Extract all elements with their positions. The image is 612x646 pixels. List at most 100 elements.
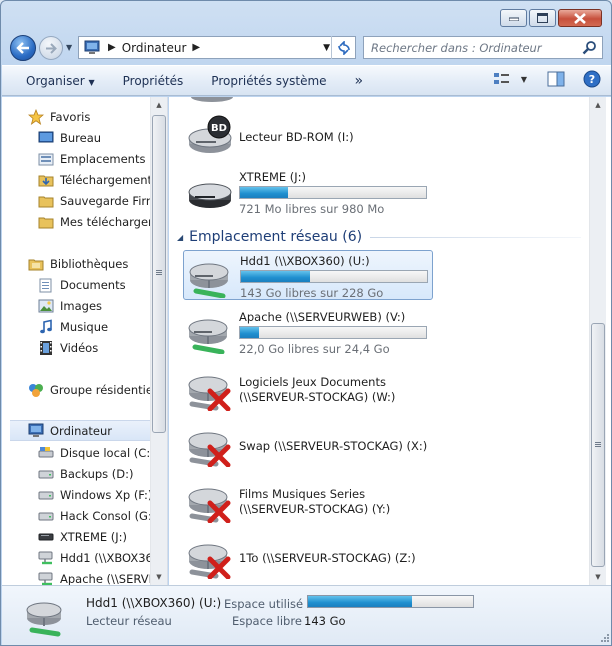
nav-item-recent-places[interactable]: Emplacements ré — [2, 148, 150, 169]
capacity-fill — [240, 327, 259, 338]
address-dropdown-icon[interactable]: ▼ — [323, 43, 330, 53]
nav-item-my-downloads[interactable]: Mes téléchargem — [2, 211, 150, 232]
nav-item-label: Disque local (C:) — [60, 445, 150, 460]
group-header-network[interactable]: ◢ Emplacement réseau (6) — [177, 228, 581, 246]
nav-item-drive-g[interactable]: Hack Consol (G:) — [2, 505, 150, 526]
nav-item-desktop[interactable]: Bureau — [2, 127, 150, 148]
network-drive-item[interactable]: Logiciels Jeux Documents (\\SERVEUR-STOCK… — [183, 364, 433, 414]
more-commands-button[interactable]: » — [341, 73, 378, 89]
forward-button[interactable] — [39, 36, 63, 60]
help-icon[interactable]: ? — [583, 70, 601, 88]
search-icon[interactable] — [582, 40, 597, 55]
network-drive-item[interactable]: Hdd1 (\\XBOX360) (U:) 143 Go libres sur 2… — [183, 250, 433, 300]
downloads-folder-icon — [38, 172, 54, 188]
nav-item-downloads[interactable]: Téléchargements — [2, 169, 150, 190]
drive-xtreme[interactable]: XTREME (J:) 721 Mo libres sur 980 Mo — [183, 167, 433, 217]
drive-name-line2: (\\SERVEUR-STOCKAG) (W:) — [239, 390, 396, 404]
nav-item-documents[interactable]: Documents — [2, 274, 150, 295]
close-button[interactable] — [558, 9, 602, 27]
content-pane: BD Lecteur BD-ROM (I:) XTREME (J:) 721 M… — [169, 97, 611, 585]
nav-item-drive-c[interactable]: Disque local (C:) — [2, 442, 150, 463]
content-scrollbar[interactable]: ▲ ▼ — [589, 97, 606, 585]
network-drive-icon — [38, 550, 54, 566]
scroll-down-icon[interactable]: ▼ — [151, 569, 167, 585]
network-drive-item[interactable]: 1To (\\SERVEUR-STOCKAG) (Z:) — [183, 532, 433, 582]
music-note-icon — [38, 319, 54, 335]
scroll-thumb[interactable] — [152, 115, 166, 433]
hard-drive-icon[interactable] — [189, 97, 235, 105]
free-space-label: Espace libre : — [232, 614, 310, 628]
nav-item-drive-f[interactable]: Windows Xp (F:) — [2, 484, 150, 505]
nav-item-label: Vidéos — [60, 340, 99, 355]
navigation-scrollbar[interactable]: ▲ ▼ — [150, 97, 167, 585]
nav-item-images[interactable]: Images — [2, 295, 150, 316]
chevron-down-icon: ▼ — [88, 77, 95, 87]
drive-name: 1To (\\SERVEUR-STOCKAG) (Z:) — [239, 551, 416, 565]
nav-item-drive-d[interactable]: Backups (D:) — [2, 463, 150, 484]
free-space-text: 721 Mo libres sur 980 Mo — [239, 202, 385, 216]
network-drive-icon — [26, 602, 62, 637]
properties-button[interactable]: Propriétés — [109, 74, 198, 88]
nav-item-label: Bureau — [60, 130, 102, 145]
breadcrumb-separator-icon[interactable]: ▶ — [108, 42, 116, 53]
organize-label: Organiser — [26, 73, 85, 88]
hard-drive-icon — [38, 466, 54, 482]
computer-icon — [84, 40, 100, 54]
view-options-icon[interactable] — [493, 71, 511, 87]
nav-computer[interactable]: Ordinateur — [10, 420, 158, 441]
nav-item-drive-j[interactable]: XTREME (J:) — [2, 526, 150, 547]
nav-item-drive-v[interactable]: Apache (\\SERVE — [2, 568, 150, 585]
nav-computer-label: Ordinateur — [50, 423, 113, 438]
back-button[interactable] — [10, 35, 36, 61]
details-name: Hdd1 (\\XBOX360) (U:) — [86, 596, 222, 610]
nav-item-label: Hdd1 (\\XBOX360 — [60, 550, 150, 565]
minimize-button[interactable] — [500, 9, 527, 27]
system-drive-icon — [38, 445, 54, 461]
details-capacity-fill — [308, 596, 412, 607]
network-drive-icon — [188, 319, 228, 354]
maximize-button[interactable] — [529, 9, 556, 27]
address-bar[interactable]: ▶ Ordinateur ▶ ▼ — [78, 36, 356, 59]
resize-grip-icon[interactable] — [598, 633, 610, 645]
scroll-up-icon[interactable]: ▲ — [151, 97, 167, 113]
breadcrumb-chevron-icon[interactable]: ▶ — [192, 42, 200, 53]
nav-item-label: Musique — [60, 319, 109, 334]
computer-icon — [28, 423, 44, 439]
drive-bd-rom[interactable]: BD Lecteur BD-ROM (I:) — [183, 111, 433, 161]
network-drive-item[interactable]: Films Musiques Series (\\SERVEUR-STOCKAG)… — [183, 476, 433, 526]
view-dropdown-icon[interactable]: ▼ — [521, 75, 527, 84]
libraries-icon — [28, 256, 44, 272]
capacity-bar — [239, 326, 427, 339]
capacity-fill — [241, 271, 310, 282]
drive-name: Hdd1 (\\XBOX360) (U:) — [240, 254, 370, 268]
scroll-down-icon[interactable]: ▼ — [590, 569, 606, 585]
disconnected-network-drive-icon — [188, 432, 231, 467]
nav-libraries[interactable]: Bibliothèques — [2, 253, 150, 274]
navigation-pane: Favoris Bureau Emplacements ré Télécharg… — [2, 97, 168, 585]
search-input[interactable]: Rechercher dans : Ordinateur — [363, 36, 603, 59]
capacity-bar — [240, 270, 428, 283]
preview-pane-icon[interactable] — [547, 71, 565, 87]
drive-name: Films Musiques Series — [239, 487, 366, 501]
collapse-triangle-icon[interactable]: ◢ — [177, 233, 183, 242]
nav-item-firmware-backup[interactable]: Sauvegarde Firm — [2, 190, 150, 211]
nav-homegroup[interactable]: Groupe résidentiel — [2, 379, 150, 400]
group-title: Emplacement réseau (6) — [189, 229, 363, 245]
recent-pages-dropdown[interactable]: ▼ — [66, 43, 72, 52]
free-space-value: 143 Go — [304, 614, 346, 628]
nav-item-videos[interactable]: Vidéos — [2, 337, 150, 358]
system-properties-button[interactable]: Propriétés système — [197, 74, 340, 88]
nav-item-music[interactable]: Musique — [2, 316, 150, 337]
nav-favorites[interactable]: Favoris — [2, 106, 150, 127]
scroll-thumb[interactable] — [591, 323, 605, 567]
close-icon — [574, 12, 586, 24]
nav-item-drive-u[interactable]: Hdd1 (\\XBOX360 — [2, 547, 150, 568]
network-drive-item[interactable]: Swap (\\SERVEUR-STOCKAG) (X:) — [183, 420, 433, 470]
scroll-up-icon[interactable]: ▲ — [590, 97, 606, 113]
hard-drive-icon — [38, 487, 54, 503]
organize-button[interactable]: Organiser ▼ — [2, 74, 109, 88]
breadcrumb-computer[interactable]: Ordinateur — [122, 41, 187, 55]
network-drive-item[interactable]: Apache (\\SERVEURWEB) (V:) 22,0 Go libres… — [183, 307, 433, 357]
film-icon — [38, 340, 54, 356]
refresh-button[interactable] — [331, 36, 355, 59]
